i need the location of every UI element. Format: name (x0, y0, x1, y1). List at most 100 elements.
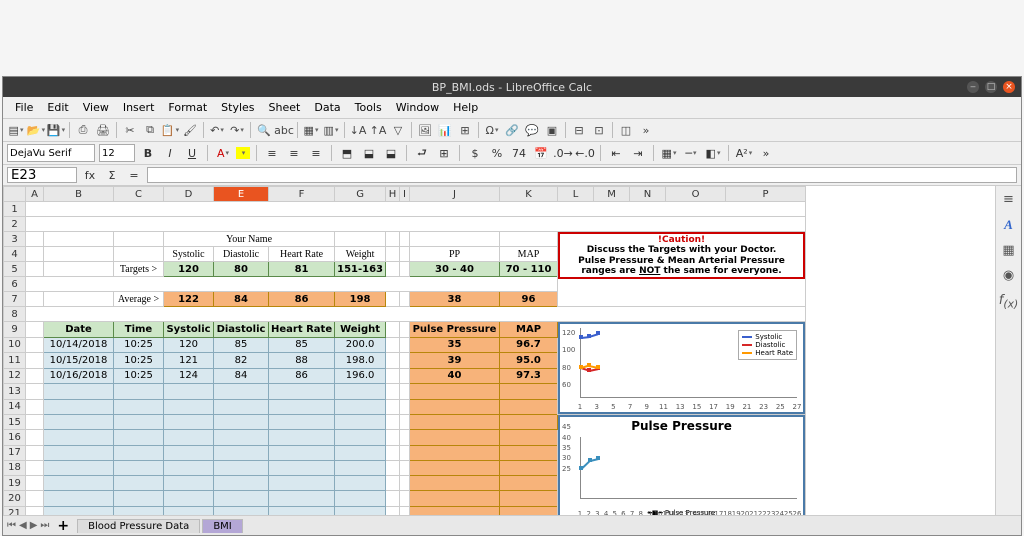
menu-sheet[interactable]: Sheet (263, 99, 307, 116)
col-header[interactable]: M (594, 187, 630, 202)
font-name-input[interactable] (7, 144, 95, 162)
cond-format-button[interactable]: A² (735, 144, 753, 162)
merge-button[interactable]: ⊞ (435, 144, 453, 162)
export-pdf-icon[interactable]: ⎙ (74, 121, 92, 139)
row-icon[interactable]: ▦ (302, 121, 320, 139)
row-header[interactable]: 3 (4, 232, 26, 247)
align-right-button[interactable]: ≡ (307, 144, 325, 162)
dec-del-button[interactable]: ←.0 (576, 144, 594, 162)
image-icon[interactable]: 🖼 (416, 121, 434, 139)
row-header[interactable]: 15 (4, 415, 26, 430)
valign-mid-button[interactable]: ⬓ (360, 144, 378, 162)
date-button[interactable]: 📅 (532, 144, 550, 162)
percent-button[interactable]: % (488, 144, 506, 162)
row-header[interactable]: 13 (4, 384, 26, 400)
menu-data[interactable]: Data (308, 99, 346, 116)
sidebar-gallery-icon[interactable]: ▦ (1002, 243, 1014, 258)
row-header[interactable]: 1 (4, 202, 26, 217)
col-header[interactable]: A (26, 187, 44, 202)
find-icon[interactable]: 🔍 (255, 121, 273, 139)
close-button[interactable]: × (1003, 81, 1015, 93)
redo-icon[interactable]: ↷ (228, 121, 246, 139)
name-box[interactable] (7, 167, 77, 183)
row-header[interactable]: 4 (4, 247, 26, 262)
autofilter-icon[interactable]: ▽ (389, 121, 407, 139)
row-header[interactable]: 7 (4, 292, 26, 307)
row-header[interactable]: 2 (4, 217, 26, 232)
target-cell[interactable]: 151-163 (335, 262, 386, 277)
sum-icon[interactable]: Σ (103, 166, 121, 184)
border-color-button[interactable]: ◧ (704, 144, 722, 162)
more-icon[interactable]: » (637, 121, 655, 139)
print-icon[interactable]: 🖨 (94, 121, 112, 139)
paste-icon[interactable]: 📋 (161, 121, 179, 139)
row-header[interactable]: 21 (4, 506, 26, 515)
menu-format[interactable]: Format (162, 99, 213, 116)
menu-insert[interactable]: Insert (117, 99, 161, 116)
underline-button[interactable]: U (183, 144, 201, 162)
row-header[interactable]: 5 (4, 262, 26, 277)
menu-help[interactable]: Help (447, 99, 484, 116)
copy-icon[interactable]: ⧉ (141, 121, 159, 139)
borders-button[interactable]: ▦ (660, 144, 678, 162)
add-sheet-button[interactable]: + (51, 518, 75, 534)
corner-cell[interactable] (4, 187, 26, 202)
formula-input[interactable] (147, 167, 1017, 183)
border-style-button[interactable]: ─ (682, 144, 700, 162)
tab-prev-icon[interactable]: ◀ (19, 520, 27, 531)
col-header[interactable]: K (500, 187, 558, 202)
sheet-tab[interactable]: Blood Pressure Data (77, 519, 200, 533)
col-header[interactable]: E (214, 187, 269, 202)
row-header[interactable]: 20 (4, 491, 26, 506)
target-cell[interactable]: 81 (269, 262, 335, 277)
valign-top-button[interactable]: ⬒ (338, 144, 356, 162)
align-left-button[interactable]: ≡ (263, 144, 281, 162)
dec-add-button[interactable]: .0→ (554, 144, 572, 162)
font-size-input[interactable] (99, 144, 135, 162)
row-header[interactable]: 11 (4, 353, 26, 369)
save-icon[interactable]: 💾 (47, 121, 65, 139)
row-header[interactable]: 14 (4, 399, 26, 415)
row-header[interactable]: 9 (4, 322, 26, 338)
col-header[interactable]: C (114, 187, 164, 202)
col-header[interactable]: P (726, 187, 806, 202)
col-header[interactable]: D (164, 187, 214, 202)
chart-icon[interactable]: 📊 (436, 121, 454, 139)
chart-vitals[interactable]: Systolic Diastolic Heart Rate 6080100120… (558, 322, 805, 414)
cut-icon[interactable]: ✂ (121, 121, 139, 139)
maximize-button[interactable]: □ (985, 81, 997, 93)
menu-view[interactable]: View (77, 99, 115, 116)
menu-styles[interactable]: Styles (215, 99, 260, 116)
row-header[interactable]: 8 (4, 307, 26, 322)
menu-window[interactable]: Window (390, 99, 445, 116)
row-header[interactable]: 17 (4, 445, 26, 460)
equals-icon[interactable]: = (125, 166, 143, 184)
window-icon[interactable]: ◫ (617, 121, 635, 139)
sidebar-properties-icon[interactable]: ≡ (1003, 192, 1014, 207)
col-header[interactable]: F (269, 187, 335, 202)
undo-icon[interactable]: ↶ (208, 121, 226, 139)
col-header[interactable]: I (400, 187, 410, 202)
tab-next-icon[interactable]: ▶ (30, 520, 38, 531)
col-header[interactable]: J (410, 187, 500, 202)
tab-first-icon[interactable]: ⏮ (7, 520, 16, 531)
target-cell[interactable]: 120 (164, 262, 214, 277)
headers-icon[interactable]: ▣ (543, 121, 561, 139)
sidebar-styles-icon[interactable]: A (1004, 217, 1013, 233)
indent-inc-button[interactable]: ⇥ (629, 144, 647, 162)
italic-button[interactable]: I (161, 144, 179, 162)
new-doc-icon[interactable]: ▤ (7, 121, 25, 139)
sort-asc-icon[interactable]: ↓A (349, 121, 367, 139)
row-header[interactable]: 6 (4, 277, 26, 292)
split-icon[interactable]: ⊡ (590, 121, 608, 139)
col-header[interactable]: H (386, 187, 400, 202)
row-header[interactable]: 12 (4, 368, 26, 384)
special-char-icon[interactable]: Ω (483, 121, 501, 139)
tab-last-icon[interactable]: ⏭ (40, 520, 49, 531)
row-header[interactable]: 19 (4, 476, 26, 491)
clone-format-icon[interactable]: 🖌 (181, 121, 199, 139)
wrap-button[interactable]: ⮐ (413, 144, 431, 162)
freeze-icon[interactable]: ⊟ (570, 121, 588, 139)
sidebar-functions-icon[interactable]: f(x) (999, 293, 1018, 311)
sidebar-navigator-icon[interactable]: ◉ (1003, 268, 1014, 283)
